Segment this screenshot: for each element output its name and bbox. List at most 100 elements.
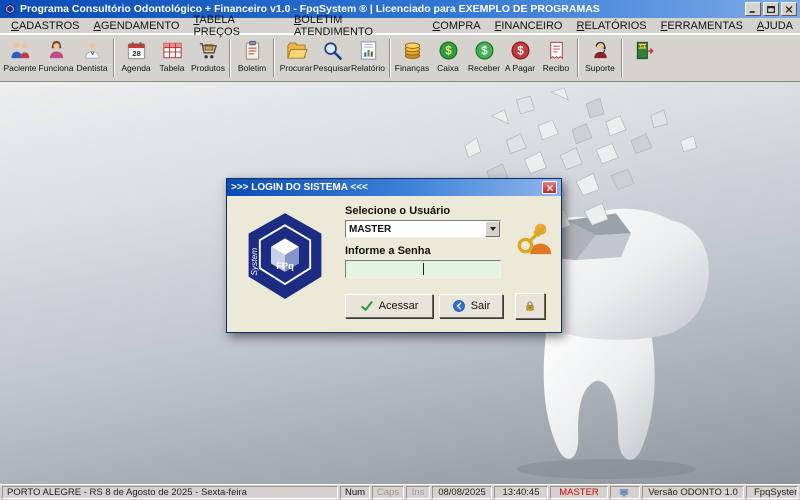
cash-icon: $ — [437, 39, 460, 62]
access-button[interactable]: Acessar — [345, 294, 433, 318]
status-bar: PORTO ALEGRE - RS 8 de Agosto de 2025 - … — [0, 484, 800, 500]
maximize-button[interactable] — [763, 2, 779, 16]
check-icon — [360, 299, 374, 313]
toolbar-sair[interactable]: EXIT — [626, 36, 662, 80]
app-icon — [3, 2, 17, 16]
back-arrow-icon — [452, 299, 466, 313]
magnifier-icon — [321, 39, 344, 62]
menu-tabela-precos[interactable]: TABELA PREÇOS — [186, 13, 287, 39]
toolbar-caixa[interactable]: $ Caixa — [430, 36, 466, 80]
table-icon — [161, 39, 184, 62]
close-button[interactable] — [781, 2, 797, 16]
toolbar-procurar[interactable]: Procurar — [278, 36, 314, 80]
user-select[interactable]: MASTER — [345, 220, 501, 238]
menu-cadastros[interactable]: CADASTROS — [4, 19, 86, 33]
logo-system-text: System — [249, 248, 259, 276]
key-user-icon — [515, 218, 553, 256]
login-dialog-title: >>> LOGIN DO SISTEMA <<< — [231, 182, 368, 193]
password-input[interactable] — [345, 260, 501, 278]
report-icon — [357, 39, 380, 62]
status-caps-lock: Caps — [372, 486, 404, 499]
menu-compra[interactable]: COMPRA — [425, 19, 487, 33]
toolbar: Paciente Funciona Dentista 28 Agenda Tab… — [0, 34, 800, 82]
login-dialog: >>> LOGIN DO SISTEMA <<< FPq System Sele… — [226, 178, 562, 333]
minimize-button[interactable] — [745, 2, 761, 16]
exit-button-label: Sair — [471, 300, 491, 312]
text-caret — [423, 263, 424, 275]
status-brand: FpqSystem — [746, 486, 798, 499]
toolbar-separator — [621, 39, 623, 77]
toolbar-separator — [273, 39, 275, 77]
svg-text:$: $ — [517, 46, 524, 58]
toolbar-relatorio[interactable]: Relatório — [350, 36, 386, 80]
toolbar-a-pagar[interactable]: $ A Pagar — [502, 36, 538, 80]
menu-agendamento[interactable]: AGENDAMENTO — [86, 19, 186, 33]
calendar-icon: 28 — [125, 39, 148, 62]
status-time: 13:40:45 — [494, 486, 548, 499]
toolbar-recibo[interactable]: Recibo — [538, 36, 574, 80]
toolbar-receber[interactable]: $ Receber — [466, 36, 502, 80]
lock-button[interactable] — [515, 293, 545, 319]
exit-button[interactable]: Sair — [439, 294, 503, 318]
status-system — [610, 486, 640, 499]
svg-text:EXIT: EXIT — [638, 45, 647, 49]
chevron-down-icon — [490, 227, 496, 231]
toolbar-paciente[interactable]: Paciente — [2, 36, 38, 80]
toolbar-separator — [229, 39, 231, 77]
toolbar-separator — [389, 39, 391, 77]
status-user: MASTER — [550, 486, 608, 499]
toolbar-funciona[interactable]: Funciona — [38, 36, 74, 80]
lock-icon — [523, 299, 537, 313]
support-icon — [589, 39, 612, 62]
receipt-icon — [545, 39, 568, 62]
toolbar-tabela[interactable]: Tabela — [154, 36, 190, 80]
computer-icon — [618, 487, 630, 498]
dentist-icon — [81, 39, 104, 62]
menu-financeiro[interactable]: FINANCEIRO — [488, 19, 570, 33]
status-location-date: PORTO ALEGRE - RS 8 de Agosto de 2025 - … — [2, 486, 338, 499]
status-insert: Ins — [406, 486, 430, 499]
user-select-value: MASTER — [346, 221, 485, 237]
window-controls — [745, 2, 797, 16]
toolbar-separator — [113, 39, 115, 77]
toolbar-suporte[interactable]: Suporte — [582, 36, 618, 80]
toolbar-produtos[interactable]: Produtos — [190, 36, 226, 80]
logo-letters: FPq — [276, 261, 294, 271]
products-icon — [197, 39, 220, 62]
svg-text:28: 28 — [132, 49, 141, 58]
receive-icon: $ — [473, 39, 496, 62]
toolbar-boletim[interactable]: Boletim — [234, 36, 270, 80]
dialog-close-button[interactable] — [542, 181, 557, 194]
finances-icon — [401, 39, 424, 62]
user-select-label: Selecione o Usuário — [345, 205, 450, 217]
svg-text:$: $ — [481, 46, 488, 58]
pay-icon: $ — [509, 39, 532, 62]
login-dialog-titlebar: >>> LOGIN DO SISTEMA <<< — [227, 179, 561, 196]
menu-bar: CADASTROSAGENDAMENTOTABELA PREÇOSBOLETIM… — [0, 18, 800, 34]
toolbar-pesquisar[interactable]: Pesquisar — [314, 36, 350, 80]
staff-icon — [45, 39, 68, 62]
toolbar-financas[interactable]: Finanças — [394, 36, 430, 80]
toolbar-separator — [577, 39, 579, 77]
exit-icon: EXIT — [633, 39, 656, 62]
menu-relatorios[interactable]: RELATÓRIOS — [569, 19, 653, 33]
login-dialog-body: FPq System Selecione o Usuário MASTER In… — [227, 196, 561, 332]
password-label: Informe a Senha — [345, 245, 431, 257]
menu-ferramentas[interactable]: FERRAMENTAS — [654, 19, 750, 33]
toolbar-agenda[interactable]: 28 Agenda — [118, 36, 154, 80]
status-num-lock: Num — [340, 486, 370, 499]
status-version: Versão ODONTO 1.0 — [642, 486, 744, 499]
app-window: Programa Consultório Odontológico + Fina… — [0, 0, 800, 500]
fpqsystem-logo: FPq System — [243, 208, 327, 306]
folder-search-icon — [285, 39, 308, 62]
status-date: 08/08/2025 — [432, 486, 492, 499]
patients-icon — [9, 39, 32, 62]
menu-ajuda[interactable]: AJUDA — [750, 19, 800, 33]
menu-boletim-atendimento[interactable]: BOLETIM ATENDIMENTO — [287, 13, 425, 39]
toolbar-dentista[interactable]: Dentista — [74, 36, 110, 80]
access-button-label: Acessar — [379, 300, 419, 312]
desktop-area: >>> LOGIN DO SISTEMA <<< FPq System Sele… — [0, 82, 800, 484]
svg-text:$: $ — [445, 46, 452, 58]
combo-dropdown-button[interactable] — [485, 221, 500, 237]
bulletin-icon — [241, 39, 264, 62]
